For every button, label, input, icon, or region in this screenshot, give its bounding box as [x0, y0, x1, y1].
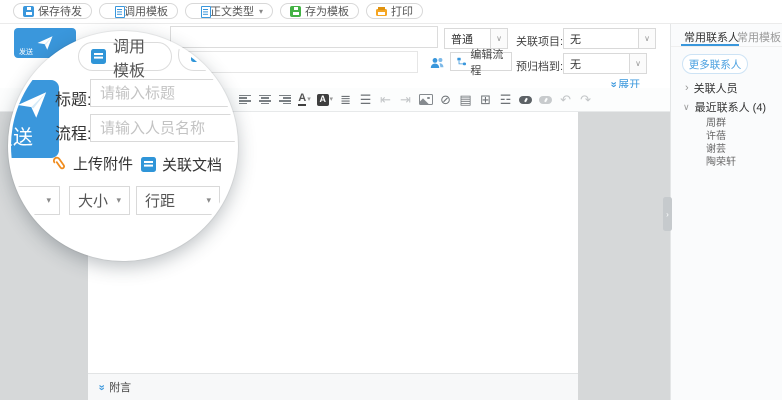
prearchive-value: 无 — [564, 56, 581, 72]
insert-table-icon[interactable]: ⊞ — [478, 92, 493, 108]
chevron-down-icon: ∨ — [638, 29, 655, 48]
insert-image-icon[interactable] — [418, 92, 433, 108]
insert-symbol-icon[interactable]: ⊘ — [438, 92, 453, 108]
prearchive-label: 预归档到: — [516, 58, 563, 74]
use-template-label: 调用模板 — [124, 3, 168, 19]
upload-attachment-link[interactable]: 上传附件 — [52, 153, 133, 174]
contacts-sidebar: 常用联系人 常用模板 更多联系人 › 关联人员 ∨ 最近联系人 (4) 周群 许… — [670, 24, 782, 400]
sidebar-tabs: 常用联系人 常用模板 — [671, 24, 782, 47]
group-related-people[interactable]: › 关联人员 — [685, 80, 738, 96]
ordered-list-icon[interactable]: ≣ — [338, 92, 353, 108]
line-height-dropdown-magnified[interactable]: 行距 ▾ — [136, 186, 220, 215]
link-document-link[interactable]: 关联文档 — [141, 154, 222, 175]
more-contacts-button[interactable]: 更多联系人 — [682, 54, 748, 74]
save-as-template-icon — [290, 6, 301, 17]
title-label: 标题: — [55, 86, 91, 110]
paper-plane-icon — [15, 88, 49, 122]
insert-link-icon[interactable] — [518, 92, 533, 108]
active-tab-underline — [681, 44, 739, 47]
tab-frequent-templates[interactable]: 常用模板 — [737, 29, 781, 45]
undo-icon[interactable]: ↶ — [558, 92, 573, 108]
unordered-list-icon[interactable]: ☰ — [358, 92, 373, 108]
print-label: 打印 — [391, 3, 413, 19]
save-draft-button[interactable]: 保存待发 — [13, 3, 92, 19]
send-button-magnified[interactable]: 发送 — [8, 80, 59, 158]
outdent-icon[interactable]: ⇤ — [378, 92, 393, 108]
priority-value: 普通 — [445, 31, 473, 47]
group-related-label: 关联人员 — [694, 80, 738, 96]
align-right-icon[interactable] — [277, 92, 292, 108]
more-contacts-label: 更多联系人 — [689, 57, 742, 72]
contacts-icon[interactable] — [430, 57, 444, 69]
remove-link-icon[interactable] — [538, 92, 553, 108]
title-input-magnified[interactable] — [90, 79, 238, 107]
chevron-right-icon: › — [685, 83, 689, 94]
related-project-select[interactable]: 无 ∨ — [563, 28, 656, 49]
top-toolbar: 保存待发 调用模板 正文类型 ▾ 存为模板 打印 — [0, 0, 782, 24]
save-as-template-button[interactable]: 存为模板 — [280, 3, 359, 19]
flow-input-magnified[interactable] — [90, 114, 238, 142]
font-family-dropdown-magnified[interactable]: ▾ — [8, 186, 60, 215]
chevron-down-icon: ▾ — [46, 195, 51, 206]
compose-page: 保存待发 调用模板 正文类型 ▾ 存为模板 打印 — [0, 0, 782, 400]
template-icon — [115, 6, 125, 18]
font-color-icon[interactable]: A▾ — [297, 92, 312, 108]
edit-flow-button[interactable]: 编辑流程 — [450, 52, 512, 71]
sidebar-collapse-handle[interactable]: › — [663, 197, 672, 231]
chevron-down-icon: ▾ — [259, 7, 263, 16]
save-as-template-label: 存为模板 — [305, 3, 349, 19]
use-template-button-magnified[interactable]: 调用模板 — [78, 42, 172, 71]
chevron-down-icon: ▾ — [116, 195, 121, 206]
line-height-icon[interactable]: ☲ — [498, 92, 513, 108]
body-type-button[interactable]: 正文类型 ▾ — [185, 3, 273, 19]
font-size-label: 大小 — [78, 190, 108, 211]
redo-icon[interactable]: ↷ — [578, 92, 593, 108]
flow-icon — [457, 56, 466, 67]
use-template-label: 调用模板 — [113, 33, 159, 81]
align-left-icon[interactable] — [237, 92, 252, 108]
magnifier-lens: 发送 调用模板 标题: 流程: 上传附件 关联文档 ▾ — [8, 31, 238, 261]
paper-plane-icon — [36, 34, 54, 52]
document-icon — [141, 157, 156, 172]
flow-label: 流程: — [55, 120, 91, 144]
template-icon — [91, 49, 106, 64]
chevron-down-icon: ▾ — [206, 195, 211, 206]
prearchive-select[interactable]: 无 ∨ — [563, 53, 647, 74]
document-icon — [191, 47, 206, 62]
highlight-color-icon[interactable]: A▾ — [317, 92, 333, 108]
group-recent-contacts[interactable]: ∨ 最近联系人 (4) — [683, 99, 766, 115]
send-label: 发送 — [19, 47, 33, 57]
indent-icon[interactable]: ⇥ — [398, 92, 413, 108]
line-height-label: 行距 — [145, 190, 175, 211]
use-template-button[interactable]: 调用模板 — [99, 3, 178, 19]
printer-icon — [376, 9, 387, 16]
paperclip-icon — [48, 152, 71, 175]
contact-item[interactable]: 陶荣轩 — [706, 153, 736, 168]
double-chevron-down-icon: » — [608, 81, 619, 87]
save-icon — [23, 6, 34, 17]
double-chevron-down-icon: » — [96, 384, 107, 390]
chevron-down-icon: ∨ — [683, 103, 690, 112]
print-button[interactable]: 打印 — [366, 3, 423, 19]
postscript-bar[interactable]: » 附言 — [88, 373, 578, 400]
link-document-label: 关联文档 — [162, 154, 222, 175]
chevron-down-icon: ∨ — [629, 54, 646, 73]
font-size-dropdown-magnified[interactable]: 大小 ▾ — [69, 186, 130, 215]
postscript-label: 附言 — [109, 379, 131, 395]
related-project-value: 无 — [564, 31, 581, 47]
send-label: 发送 — [8, 121, 33, 150]
align-center-icon[interactable] — [257, 92, 272, 108]
chevron-right-icon: › — [666, 210, 669, 219]
upload-attachment-label: 上传附件 — [73, 153, 133, 174]
insert-document-icon[interactable]: ▤ — [458, 92, 473, 108]
group-recent-label: 最近联系人 (4) — [695, 99, 767, 115]
edit-flow-label: 编辑流程 — [470, 46, 505, 78]
save-draft-label: 保存待发 — [38, 3, 82, 19]
body-type-label: 正文类型 — [210, 3, 254, 19]
related-project-label: 关联项目: — [516, 33, 563, 49]
partial-button-magnified[interactable] — [178, 38, 238, 71]
document-icon — [201, 6, 211, 18]
